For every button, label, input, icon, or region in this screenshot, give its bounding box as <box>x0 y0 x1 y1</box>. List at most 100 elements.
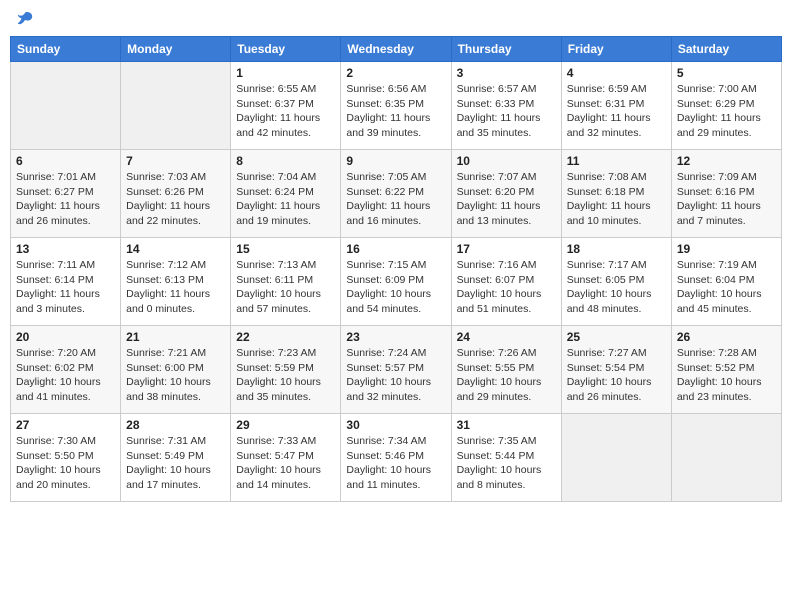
day-header-thursday: Thursday <box>451 37 561 62</box>
calendar-cell <box>561 414 671 502</box>
day-number: 17 <box>457 242 556 256</box>
logo-bird-icon <box>16 10 34 28</box>
calendar-cell: 3 Sunrise: 6:57 AMSunset: 6:33 PMDaylight… <box>451 62 561 150</box>
calendar-cell: 24 Sunrise: 7:26 AMSunset: 5:55 PMDayligh… <box>451 326 561 414</box>
day-number: 5 <box>677 66 776 80</box>
calendar-cell: 20 Sunrise: 7:20 AMSunset: 6:02 PMDayligh… <box>11 326 121 414</box>
day-number: 20 <box>16 330 115 344</box>
day-number: 7 <box>126 154 225 168</box>
day-info: Sunrise: 7:20 AMSunset: 6:02 PMDaylight:… <box>16 346 115 405</box>
day-info: Sunrise: 7:07 AMSunset: 6:20 PMDaylight:… <box>457 170 556 229</box>
day-info: Sunrise: 7:16 AMSunset: 6:07 PMDaylight:… <box>457 258 556 317</box>
day-number: 14 <box>126 242 225 256</box>
day-number: 28 <box>126 418 225 432</box>
day-number: 27 <box>16 418 115 432</box>
calendar-header-row: SundayMondayTuesdayWednesdayThursdayFrid… <box>11 37 782 62</box>
day-info: Sunrise: 7:31 AMSunset: 5:49 PMDaylight:… <box>126 434 225 493</box>
day-number: 9 <box>346 154 445 168</box>
day-number: 1 <box>236 66 335 80</box>
calendar-cell: 6 Sunrise: 7:01 AMSunset: 6:27 PMDaylight… <box>11 150 121 238</box>
calendar-cell: 31 Sunrise: 7:35 AMSunset: 5:44 PMDayligh… <box>451 414 561 502</box>
day-number: 16 <box>346 242 445 256</box>
calendar-cell: 18 Sunrise: 7:17 AMSunset: 6:05 PMDayligh… <box>561 238 671 326</box>
calendar-cell: 1 Sunrise: 6:55 AMSunset: 6:37 PMDaylight… <box>231 62 341 150</box>
day-number: 19 <box>677 242 776 256</box>
calendar-cell: 2Sunrise: 6:56 AMSunset: 6:35 PMDaylight… <box>341 62 451 150</box>
calendar-cell: 14Sunrise: 7:12 AMSunset: 6:13 PMDayligh… <box>121 238 231 326</box>
day-number: 25 <box>567 330 666 344</box>
calendar-cell: 22 Sunrise: 7:23 AMSunset: 5:59 PMDayligh… <box>231 326 341 414</box>
day-info: Sunrise: 7:01 AMSunset: 6:27 PMDaylight:… <box>16 170 115 229</box>
day-info: Sunrise: 7:11 AMSunset: 6:14 PMDaylight:… <box>16 258 115 317</box>
day-info: Sunrise: 7:00 AMSunset: 6:29 PMDaylight:… <box>677 82 776 141</box>
calendar-week-row: 6 Sunrise: 7:01 AMSunset: 6:27 PMDaylight… <box>11 150 782 238</box>
calendar-week-row: 20 Sunrise: 7:20 AMSunset: 6:02 PMDayligh… <box>11 326 782 414</box>
day-number: 23 <box>346 330 445 344</box>
day-info: Sunrise: 7:08 AMSunset: 6:18 PMDaylight:… <box>567 170 666 229</box>
day-number: 12 <box>677 154 776 168</box>
calendar-cell: 8 Sunrise: 7:04 AMSunset: 6:24 PMDaylight… <box>231 150 341 238</box>
calendar-cell: 25 Sunrise: 7:27 AMSunset: 5:54 PMDayligh… <box>561 326 671 414</box>
day-info: Sunrise: 6:57 AMSunset: 6:33 PMDaylight:… <box>457 82 556 141</box>
calendar-cell: 21 Sunrise: 7:21 AMSunset: 6:00 PMDayligh… <box>121 326 231 414</box>
day-info: Sunrise: 7:34 AMSunset: 5:46 PMDaylight:… <box>346 434 445 493</box>
calendar-cell: 27 Sunrise: 7:30 AMSunset: 5:50 PMDayligh… <box>11 414 121 502</box>
calendar-cell: 23 Sunrise: 7:24 AMSunset: 5:57 PMDayligh… <box>341 326 451 414</box>
day-info: Sunrise: 7:05 AMSunset: 6:22 PMDaylight:… <box>346 170 445 229</box>
calendar-week-row: 1 Sunrise: 6:55 AMSunset: 6:37 PMDaylight… <box>11 62 782 150</box>
day-info: Sunrise: 7:04 AMSunset: 6:24 PMDaylight:… <box>236 170 335 229</box>
calendar-cell: 12 Sunrise: 7:09 AMSunset: 6:16 PMDayligh… <box>671 150 781 238</box>
page-header <box>10 10 782 28</box>
day-header-friday: Friday <box>561 37 671 62</box>
day-info: Sunrise: 7:17 AMSunset: 6:05 PMDaylight:… <box>567 258 666 317</box>
day-number: 26 <box>677 330 776 344</box>
day-info: Sunrise: 7:27 AMSunset: 5:54 PMDaylight:… <box>567 346 666 405</box>
day-number: 2 <box>346 66 445 80</box>
day-info: Sunrise: 7:21 AMSunset: 6:00 PMDaylight:… <box>126 346 225 405</box>
calendar-cell: 30 Sunrise: 7:34 AMSunset: 5:46 PMDayligh… <box>341 414 451 502</box>
day-info: Sunrise: 7:33 AMSunset: 5:47 PMDaylight:… <box>236 434 335 493</box>
day-info: Sunrise: 7:28 AMSunset: 5:52 PMDaylight:… <box>677 346 776 405</box>
day-info: Sunrise: 7:03 AMSunset: 6:26 PMDaylight:… <box>126 170 225 229</box>
day-header-sunday: Sunday <box>11 37 121 62</box>
day-number: 6 <box>16 154 115 168</box>
day-info: Sunrise: 7:30 AMSunset: 5:50 PMDaylight:… <box>16 434 115 493</box>
day-info: Sunrise: 7:13 AMSunset: 6:11 PMDaylight:… <box>236 258 335 317</box>
day-number: 18 <box>567 242 666 256</box>
day-info: Sunrise: 7:35 AMSunset: 5:44 PMDaylight:… <box>457 434 556 493</box>
calendar-cell: 17 Sunrise: 7:16 AMSunset: 6:07 PMDayligh… <box>451 238 561 326</box>
calendar-cell: 13Sunrise: 7:11 AMSunset: 6:14 PMDayligh… <box>11 238 121 326</box>
day-info: Sunrise: 7:24 AMSunset: 5:57 PMDaylight:… <box>346 346 445 405</box>
calendar-cell: 9 Sunrise: 7:05 AMSunset: 6:22 PMDaylight… <box>341 150 451 238</box>
day-info: Sunrise: 7:26 AMSunset: 5:55 PMDaylight:… <box>457 346 556 405</box>
calendar-cell <box>121 62 231 150</box>
day-number: 31 <box>457 418 556 432</box>
calendar-cell: 10 Sunrise: 7:07 AMSunset: 6:20 PMDayligh… <box>451 150 561 238</box>
calendar-cell: 29Sunrise: 7:33 AMSunset: 5:47 PMDayligh… <box>231 414 341 502</box>
day-info: Sunrise: 7:19 AMSunset: 6:04 PMDaylight:… <box>677 258 776 317</box>
calendar-cell: 15 Sunrise: 7:13 AMSunset: 6:11 PMDayligh… <box>231 238 341 326</box>
calendar-cell: 26 Sunrise: 7:28 AMSunset: 5:52 PMDayligh… <box>671 326 781 414</box>
day-info: Sunrise: 7:09 AMSunset: 6:16 PMDaylight:… <box>677 170 776 229</box>
calendar-cell: 28 Sunrise: 7:31 AMSunset: 5:49 PMDayligh… <box>121 414 231 502</box>
day-number: 3 <box>457 66 556 80</box>
day-number: 30 <box>346 418 445 432</box>
day-number: 22 <box>236 330 335 344</box>
calendar-cell: 7 Sunrise: 7:03 AMSunset: 6:26 PMDaylight… <box>121 150 231 238</box>
calendar-week-row: 13Sunrise: 7:11 AMSunset: 6:14 PMDayligh… <box>11 238 782 326</box>
day-header-wednesday: Wednesday <box>341 37 451 62</box>
day-header-tuesday: Tuesday <box>231 37 341 62</box>
day-number: 21 <box>126 330 225 344</box>
day-number: 24 <box>457 330 556 344</box>
day-number: 4 <box>567 66 666 80</box>
calendar-cell: 5 Sunrise: 7:00 AMSunset: 6:29 PMDaylight… <box>671 62 781 150</box>
day-number: 11 <box>567 154 666 168</box>
day-number: 15 <box>236 242 335 256</box>
day-number: 8 <box>236 154 335 168</box>
day-info: Sunrise: 7:15 AMSunset: 6:09 PMDaylight:… <box>346 258 445 317</box>
day-header-saturday: Saturday <box>671 37 781 62</box>
day-number: 10 <box>457 154 556 168</box>
calendar-cell: 11 Sunrise: 7:08 AMSunset: 6:18 PMDayligh… <box>561 150 671 238</box>
day-info: Sunrise: 7:23 AMSunset: 5:59 PMDaylight:… <box>236 346 335 405</box>
day-info: Sunrise: 6:55 AMSunset: 6:37 PMDaylight:… <box>236 82 335 141</box>
